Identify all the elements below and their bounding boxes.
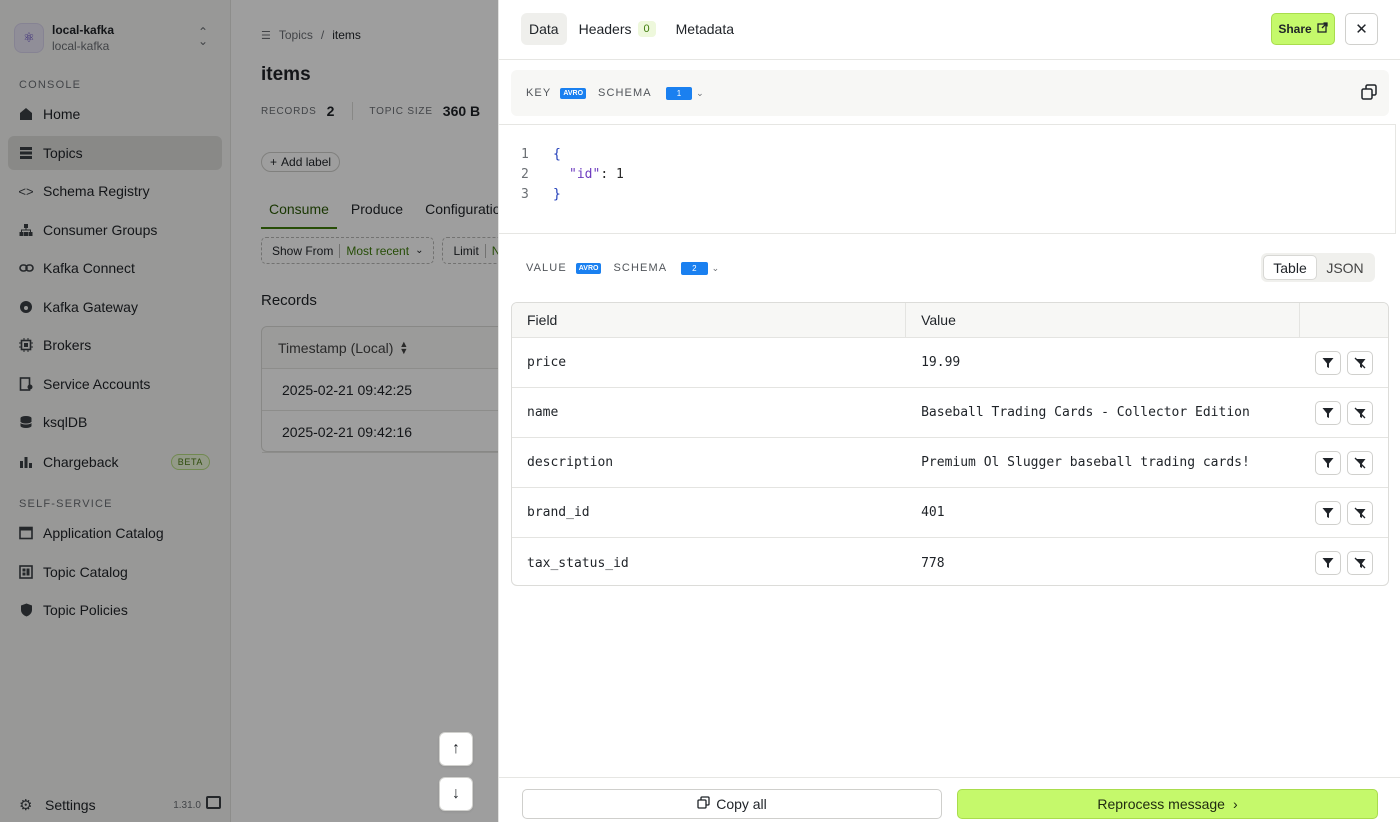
view-mode-toggle: Table JSON [1261,253,1375,282]
filter-include-button[interactable] [1315,500,1342,525]
schema-label: SCHEMA [598,87,652,99]
filter-include-button[interactable] [1315,350,1342,375]
close-icon: ✕ [1355,21,1368,38]
reprocess-message-button[interactable]: Reprocess message › [957,789,1378,819]
filter-icon [1322,407,1334,418]
value-section-header: VALUE AVRO SCHEMA 2 ⌄ [526,254,719,282]
filter-exclude-button[interactable] [1347,350,1374,375]
table-header-row: Field Value [512,303,1388,338]
table-row: price 19.99 [512,338,1388,388]
field-value: Baseball Trading Cards - Collector Editi… [921,405,1250,420]
filter-off-icon [1354,557,1366,569]
field-value: 401 [921,505,945,520]
tab-data[interactable]: Data [521,13,567,45]
value-column-header: Value [906,303,1301,337]
message-detail-drawer: Data Headers 0 Metadata Share ✕ KEY AVRO… [498,0,1400,822]
close-drawer-button[interactable]: ✕ [1345,13,1378,45]
table-row: brand_id 401 [512,488,1388,538]
field-column-header: Field [512,303,907,337]
previous-message-button[interactable]: ↑ [439,732,473,766]
actions-column-header [1300,303,1388,337]
chevron-right-icon: › [1232,796,1238,812]
external-link-icon [1317,22,1328,36]
filter-icon [1322,457,1334,468]
code-line: { [553,147,561,162]
avro-badge: AVRO [560,87,587,99]
tab-headers[interactable]: Headers 0 [571,13,664,45]
filter-exclude-button[interactable] [1347,551,1374,575]
share-label: Share [1278,22,1312,36]
line-number: 3 [521,187,529,202]
chevron-down-icon[interactable]: ⌄ [696,88,704,99]
key-section-header: KEY AVRO SCHEMA 1 ⌄ [511,70,1389,116]
divider [499,59,1400,60]
line-number: 1 [521,147,529,162]
field-name: description [527,455,614,470]
copy-all-label: Copy all [716,796,767,812]
filter-exclude-button[interactable] [1347,500,1374,525]
copy-icon [697,796,710,812]
filter-include-button[interactable] [1315,551,1342,575]
field-value: Premium Ol Slugger baseball trading card… [921,455,1250,470]
avro-badge: AVRO [575,262,602,274]
filter-off-icon [1354,507,1366,518]
copy-all-button[interactable]: Copy all [522,789,942,819]
reprocess-label: Reprocess message [1097,796,1225,812]
json-colon: : [600,167,616,182]
filter-icon [1322,507,1334,518]
headers-count-badge: 0 [637,21,656,37]
chevron-down-icon[interactable]: ⌄ [712,263,720,274]
code-line: } [553,187,561,202]
field-value: 778 [921,555,945,571]
filter-include-button[interactable] [1315,400,1342,425]
tab-metadata[interactable]: Metadata [668,13,742,45]
filter-icon [1322,558,1334,568]
value-label: VALUE [526,262,567,274]
field-name: brand_id [527,505,590,520]
line-number: 2 [521,167,529,182]
table-row: tax_status_id 778 [512,538,1388,585]
filter-include-button[interactable] [1315,450,1342,475]
filter-off-icon [1354,407,1366,418]
code-line: "id": 1 [569,167,624,182]
value-fields-table: Field Value price 19.99 name Baseball Tr… [511,302,1389,586]
key-label: KEY [526,87,552,99]
table-row: description Premium Ol Slugger baseball … [512,438,1388,488]
table-view-button[interactable]: Table [1263,255,1317,280]
value-schema-version-badge[interactable]: 2 [681,261,708,275]
field-value: 19.99 [921,355,961,370]
json-value: 1 [615,167,624,182]
json-view-button[interactable]: JSON [1317,255,1373,280]
divider [499,777,1400,778]
copy-icon[interactable] [1361,84,1377,100]
filter-off-icon [1354,457,1366,468]
tab-label: Headers [578,21,632,37]
key-code-editor[interactable]: 1 { 2 "id": 1 3 } [499,124,1396,234]
filter-off-icon [1354,357,1366,368]
drawer-tabs: Data Headers 0 Metadata [521,13,742,45]
filter-exclude-button[interactable] [1347,450,1374,475]
table-row: name Baseball Trading Cards - Collector … [512,388,1388,438]
field-name: name [527,405,559,420]
share-button[interactable]: Share [1271,13,1335,45]
filter-exclude-button[interactable] [1347,400,1374,425]
arrow-down-icon: ↓ [452,785,460,802]
arrow-up-icon: ↑ [452,740,460,757]
key-schema-version-badge[interactable]: 1 [665,86,693,100]
next-message-button[interactable]: ↓ [439,777,473,811]
field-name: tax_status_id [527,555,629,571]
json-key: "id" [569,167,601,182]
schema-label: SCHEMA [613,262,668,274]
field-name: price [527,355,567,370]
filter-icon [1322,357,1334,368]
